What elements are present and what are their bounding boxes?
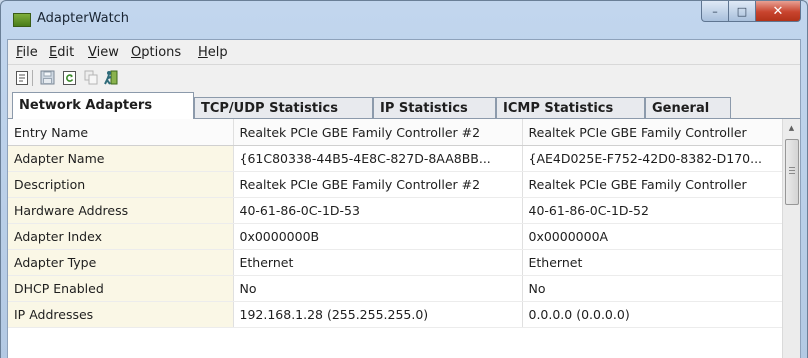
menu-bar: File Edit View Options Help [8, 40, 800, 65]
menu-edit[interactable]: Edit [49, 45, 74, 60]
table-row[interactable]: Adapter Index 0x0000000B 0x0000000A [8, 223, 788, 250]
menu-options[interactable]: Options [131, 45, 181, 60]
maximize-button[interactable]: □ [729, 1, 756, 22]
table-row[interactable]: Description Realtek PCIe GBE Family Cont… [8, 171, 788, 198]
row-value: 0.0.0.0 (0.0.0.0) [522, 301, 788, 328]
tab-icmp-statistics[interactable]: ICMP Statistics [496, 97, 645, 119]
row-value: Realtek PCIe GBE Family Controller [522, 171, 788, 198]
menu-file[interactable]: File [16, 45, 38, 60]
tab-network-adapters[interactable]: Network Adapters [12, 92, 194, 119]
table-row[interactable]: Hardware Address 40-61-86-0C-1D-53 40-61… [8, 197, 788, 224]
row-value: No [522, 275, 788, 302]
title-bar[interactable]: AdapterWatch – □ ✕ [1, 1, 807, 39]
save-icon [40, 70, 54, 85]
menu-view[interactable]: View [88, 45, 119, 60]
row-value: {61C80338-44B5-4E8C-827D-8AA8BB... [233, 145, 523, 172]
minimize-icon: – [712, 4, 718, 18]
refresh-icon [62, 70, 76, 85]
copy-button[interactable] [83, 69, 99, 86]
tab-ip-statistics[interactable]: IP Statistics [373, 97, 496, 119]
save-button[interactable] [39, 69, 55, 86]
close-icon: ✕ [772, 3, 784, 19]
app-window: AdapterWatch – □ ✕ File Edit View Option… [0, 0, 808, 358]
copy-icon [84, 70, 97, 85]
row-value: 40-61-86-0C-1D-52 [522, 197, 788, 224]
table-row[interactable]: IP Addresses 192.168.1.28 (255.255.255.0… [8, 301, 788, 328]
adapter-table: Entry Name Realtek PCIe GBE Family Contr… [8, 119, 788, 328]
exit-icon [104, 70, 118, 85]
row-value: Ethernet [233, 249, 523, 276]
close-button[interactable]: ✕ [756, 1, 801, 22]
column-header-adapter-2[interactable]: Realtek PCIe GBE Family Controller #2 [233, 119, 523, 146]
client-area: File Edit View Options Help Network Adap… [7, 39, 801, 358]
window-controls: – □ ✕ [701, 1, 801, 22]
row-value: 192.168.1.28 (255.255.255.0) [233, 301, 523, 328]
toolbar-separator [32, 70, 33, 86]
column-header-adapter-1[interactable]: Realtek PCIe GBE Family Controller [522, 119, 788, 146]
row-value: 0x0000000A [522, 223, 788, 250]
toolbar [8, 65, 800, 91]
maximize-icon: □ [736, 4, 748, 18]
row-key: Adapter Index [8, 223, 234, 250]
grip-line [789, 167, 795, 168]
scroll-up-arrow-icon[interactable]: ▲ [783, 119, 800, 136]
row-value: Ethernet [522, 249, 788, 276]
table-row[interactable]: Adapter Type Ethernet Ethernet [8, 249, 788, 276]
tab-general[interactable]: General [645, 97, 731, 119]
properties-button[interactable] [14, 69, 30, 86]
window-title: AdapterWatch [37, 11, 130, 26]
properties-icon [16, 70, 28, 85]
row-value: No [233, 275, 523, 302]
grip-line [789, 170, 795, 171]
vertical-scrollbar[interactable]: ▲ [782, 119, 800, 358]
row-key: Adapter Name [8, 145, 234, 172]
table-row[interactable]: Adapter Name {61C80338-44B5-4E8C-827D-8A… [8, 145, 788, 172]
row-value: Realtek PCIe GBE Family Controller #2 [233, 171, 523, 198]
table-header-row: Entry Name Realtek PCIe GBE Family Contr… [8, 119, 788, 146]
row-key: Adapter Type [8, 249, 234, 276]
row-key: Description [8, 171, 234, 198]
row-key: IP Addresses [8, 301, 234, 328]
adapterwatch-app-icon [13, 13, 31, 27]
table-row[interactable]: DHCP Enabled No No [8, 275, 788, 302]
row-key: DHCP Enabled [8, 275, 234, 302]
refresh-button[interactable] [61, 69, 77, 86]
minimize-button[interactable]: – [701, 1, 729, 22]
adapter-grid[interactable]: Entry Name Realtek PCIe GBE Family Contr… [8, 118, 800, 358]
row-value: 40-61-86-0C-1D-53 [233, 197, 523, 224]
row-value: 0x0000000B [233, 223, 523, 250]
grip-line [789, 173, 795, 174]
tab-strip: Network Adapters TCP/UDP Statistics IP S… [8, 92, 800, 119]
column-header-entry-name[interactable]: Entry Name [8, 119, 234, 146]
tab-tcp-udp-statistics[interactable]: TCP/UDP Statistics [194, 97, 373, 119]
menu-help[interactable]: Help [198, 45, 228, 60]
row-key: Hardware Address [8, 197, 234, 224]
scrollbar-thumb[interactable] [785, 139, 799, 205]
row-value: {AE4D025E-F752-42D0-8382-D170... [522, 145, 788, 172]
exit-button[interactable] [103, 69, 119, 86]
